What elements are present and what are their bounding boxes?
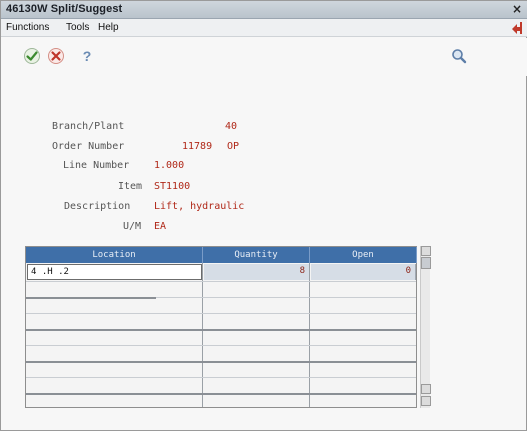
open-cell[interactable]: 0 <box>311 264 416 280</box>
close-icon[interactable]: × <box>511 2 523 16</box>
grid-row-line <box>26 393 416 395</box>
menu-bar: Functions Tools Help <box>1 19 527 37</box>
grid-row-line <box>26 345 416 346</box>
scroll-thumb[interactable] <box>421 257 431 269</box>
menu-help[interactable]: Help <box>98 22 119 33</box>
order-number-label: Order Number <box>52 141 125 152</box>
item-label: Item <box>118 181 143 192</box>
exit-icon[interactable] <box>509 20 523 36</box>
branch-plant-label: Branch/Plant <box>52 121 125 132</box>
toolbar: ? <box>1 38 527 76</box>
menu-functions[interactable]: Functions <box>6 22 49 33</box>
split-suggest-window: 46130W Split/Suggest × Functions Tools H… <box>0 0 527 431</box>
description-label: Description <box>64 201 131 212</box>
column-header-location[interactable]: Location <box>26 247 203 263</box>
branch-plant-value: 40 <box>225 121 238 132</box>
scroll-top-icon[interactable] <box>421 246 431 256</box>
line-number-value: 1.000 <box>154 160 185 171</box>
grid-divider <box>202 263 203 407</box>
magnifier-icon[interactable] <box>449 46 469 66</box>
grid-row-line <box>26 361 416 363</box>
location-input[interactable]: 4 .H .2 <box>27 264 202 280</box>
um-label: U/M <box>123 221 142 232</box>
um-value: EA <box>154 221 167 232</box>
line-number-label: Line Number <box>63 160 130 171</box>
scroll-bottom-icon[interactable] <box>421 396 431 406</box>
grid-row-line <box>26 377 416 378</box>
grid-row-line <box>26 329 416 331</box>
grid-row-line <box>156 297 416 298</box>
order-type-value: OP <box>227 141 240 152</box>
grid-scrollbar[interactable] <box>420 246 431 408</box>
column-header-quantity[interactable]: Quantity <box>203 247 310 263</box>
location-grid: Location Quantity Open 4 .H .2 8 0 <box>25 246 417 408</box>
item-value: ST1100 <box>154 181 191 192</box>
grid-divider <box>309 263 310 407</box>
scroll-down-icon[interactable] <box>421 384 431 394</box>
grid-row-line <box>26 281 416 282</box>
window-title: 46130W Split/Suggest <box>6 3 123 15</box>
cancel-x-icon[interactable] <box>46 46 66 66</box>
menu-tools[interactable]: Tools <box>66 22 89 33</box>
check-icon[interactable] <box>22 46 42 66</box>
order-number-value: 11789 <box>182 141 213 152</box>
grid-row-line <box>26 313 416 314</box>
description-value: Lift, hydraulic <box>154 201 245 212</box>
column-header-open[interactable]: Open <box>310 247 417 263</box>
quantity-cell[interactable]: 8 <box>204 264 310 280</box>
help-icon[interactable]: ? <box>79 46 95 66</box>
title-bar: 46130W Split/Suggest × <box>1 1 527 19</box>
grid-row-line <box>26 297 156 299</box>
